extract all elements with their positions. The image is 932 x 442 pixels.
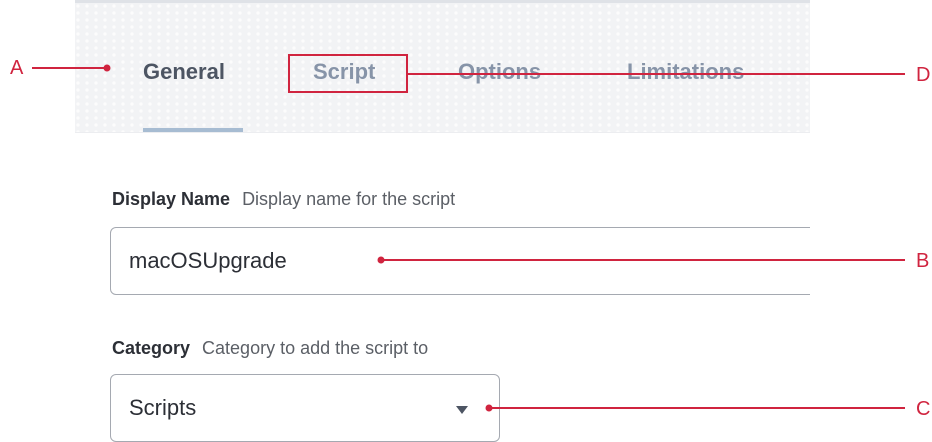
callout-c-dot — [485, 404, 493, 412]
callout-a-dot — [103, 64, 111, 72]
annotation-overlay — [32, 54, 905, 412]
callout-c-label: C — [916, 398, 931, 420]
callout-d-label: D — [916, 64, 931, 86]
callout-b-dot — [377, 256, 385, 264]
callout-d-box — [288, 54, 408, 93]
callout-a-label: A — [10, 57, 24, 79]
callout-b-label: B — [916, 250, 930, 272]
